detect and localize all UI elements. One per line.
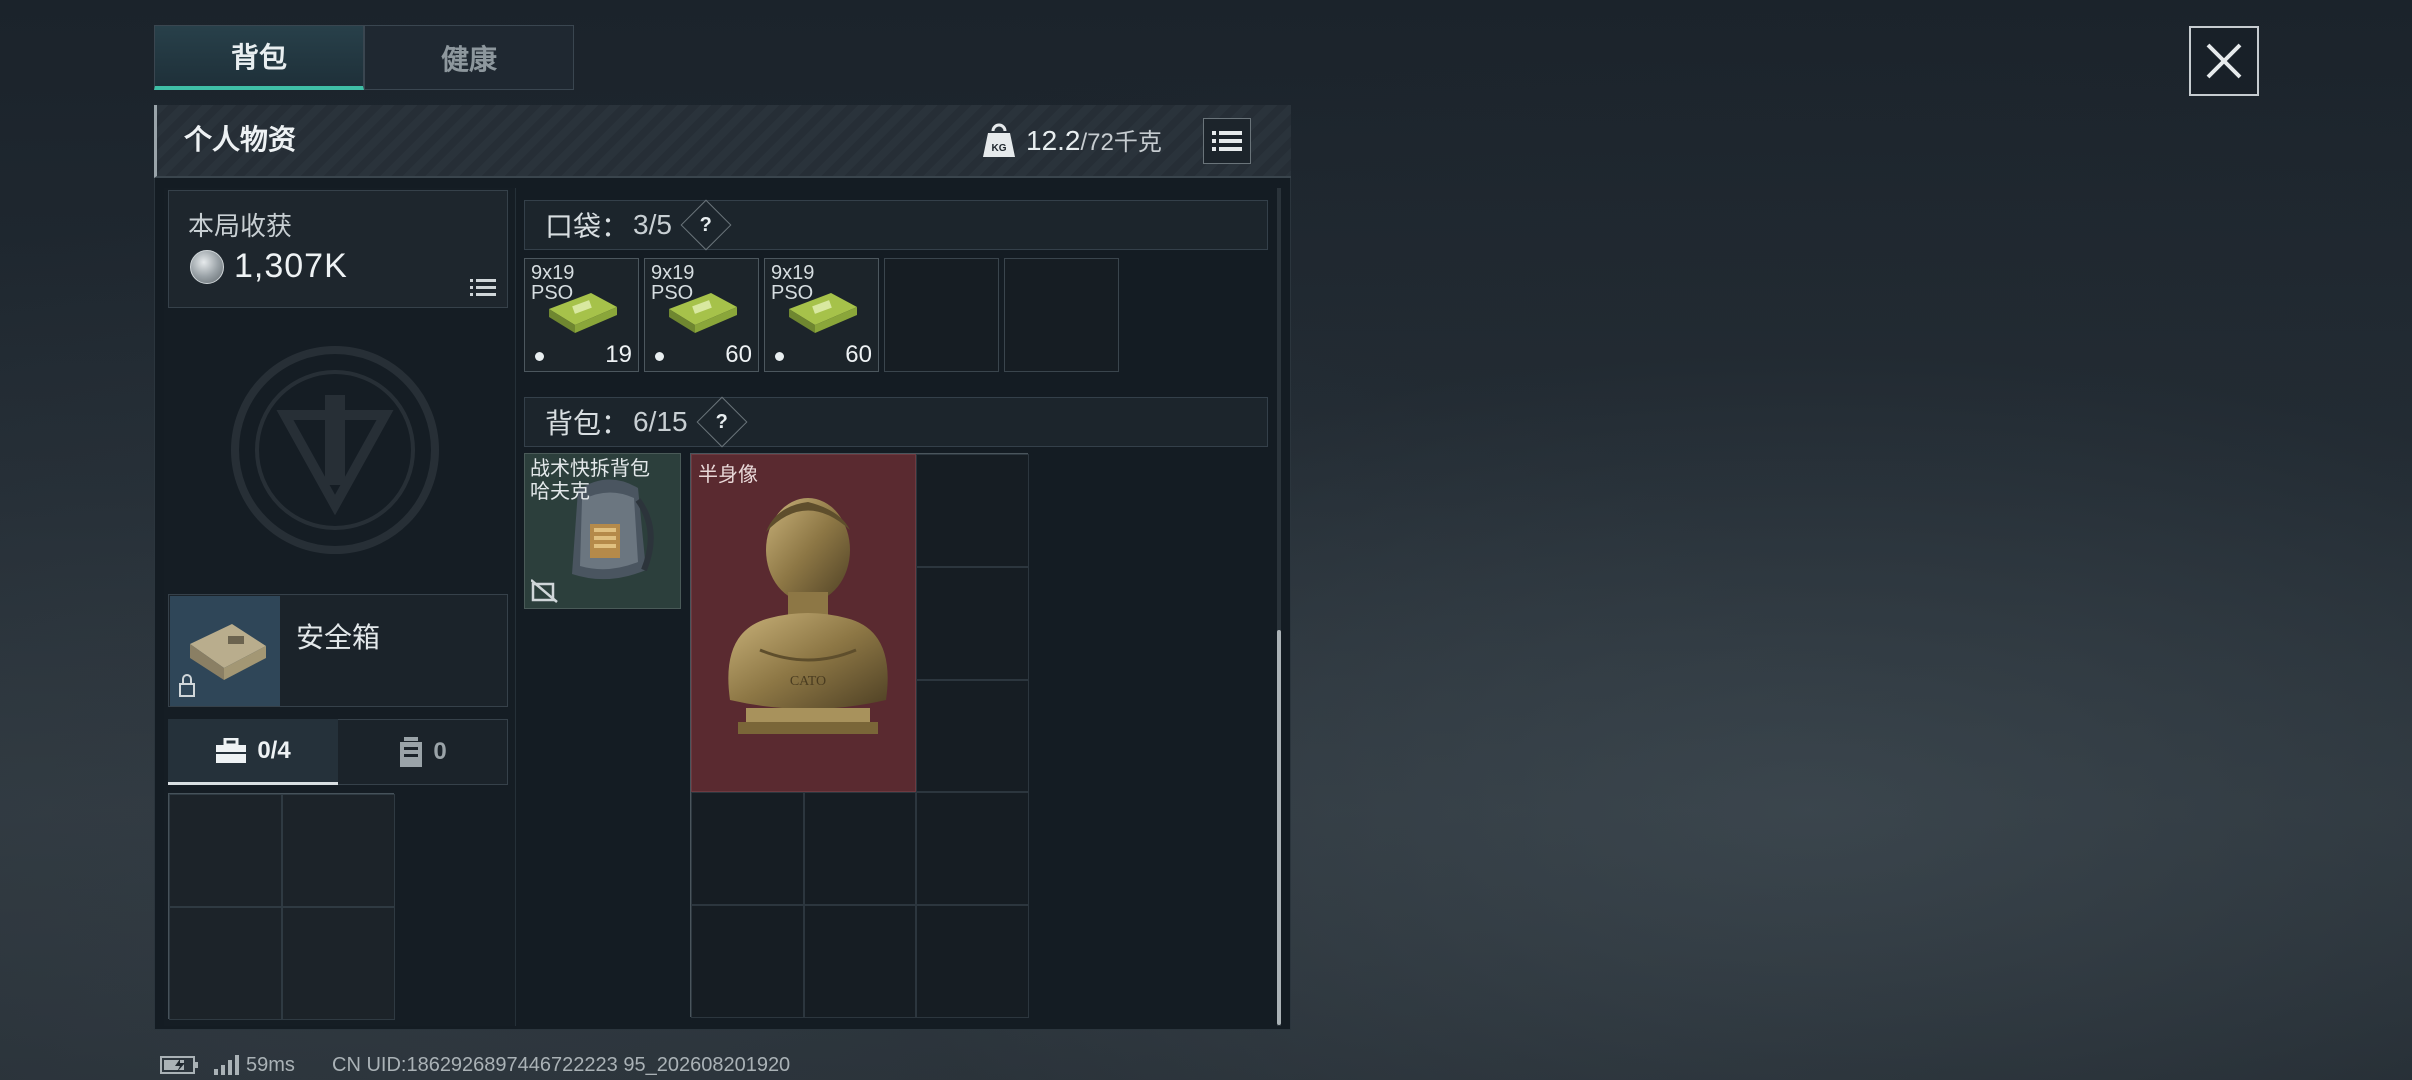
pocket-help-button[interactable]: ? — [680, 199, 732, 251]
close-button[interactable] — [2189, 26, 2259, 96]
ammo-count: 60 — [845, 341, 872, 368]
pocket-item-slot[interactable]: 9x19 PSO 19 — [524, 258, 639, 372]
faction-emblem-icon — [231, 346, 439, 554]
pocket-empty-slot[interactable] — [1004, 258, 1119, 372]
signal-icon — [214, 1055, 239, 1075]
grid-cell[interactable] — [803, 792, 917, 906]
grid-cell[interactable] — [803, 905, 917, 1018]
briefcase-slot-count: 0/4 — [257, 736, 291, 764]
canister-icon — [400, 737, 423, 767]
svg-text:KG: KG — [992, 143, 1007, 154]
ammo-name: 9x19 PSO — [651, 262, 695, 304]
pocket-section-header: 口袋： 3/5 ? — [524, 199, 1268, 251]
ammo-count: 19 — [605, 341, 632, 368]
safe-box-icon — [179, 624, 266, 697]
grid-cell[interactable] — [169, 794, 282, 907]
list-view-button[interactable] — [1203, 118, 1251, 164]
backpack-item-name: 战术快拆背包 哈夫克 — [530, 458, 650, 503]
close-icon — [2206, 43, 2242, 79]
pocket-label: 口袋： — [545, 211, 630, 242]
grid-cell[interactable] — [916, 792, 1029, 906]
ammo-name: 9x19 PSO — [771, 262, 815, 304]
list-icon — [1212, 131, 1242, 151]
tab-backpack[interactable]: 背包 — [154, 25, 364, 90]
scrollbar-thumb[interactable] — [1277, 630, 1281, 1025]
safe-box-label: 安全箱 — [296, 622, 381, 653]
pocket-item-slot[interactable]: 9x19 PSO 60 — [764, 258, 879, 372]
earnings-list-icon[interactable] — [470, 278, 496, 298]
safe-box-grid — [168, 793, 395, 1020]
backpack-section-header: 背包： 6/15 ? — [524, 396, 1268, 448]
weight-max: /72千克 — [1080, 129, 1162, 156]
safe-box-thumbnail — [170, 596, 280, 706]
tab-canister-slots[interactable]: 0 — [338, 719, 508, 785]
no-drop-icon — [531, 579, 558, 603]
grid-cell[interactable] — [691, 792, 804, 906]
tab-health[interactable]: 健康 — [364, 25, 574, 90]
ping-readout: 59ms — [246, 1054, 295, 1076]
ammo-name: 9x19 PSO — [531, 262, 575, 304]
ammo-dot-icon — [655, 352, 664, 361]
grid-cell[interactable] — [282, 794, 395, 907]
grid-cell[interactable] — [916, 566, 1029, 680]
coin-icon — [190, 250, 224, 284]
grid-cell[interactable] — [169, 907, 282, 1020]
svg-text:CATO: CATO — [790, 674, 826, 689]
grid-cell[interactable] — [691, 905, 804, 1018]
backpack-help-button[interactable]: ? — [696, 396, 747, 448]
pocket-count: 3/5 — [633, 209, 672, 240]
backpack-label: 背包： — [545, 408, 630, 439]
pocket-item-slot[interactable]: 9x19 PSO 60 — [644, 258, 759, 372]
earnings-title: 本局收获 — [188, 211, 293, 241]
ammo-dot-icon — [535, 352, 544, 361]
ammo-count: 60 — [725, 341, 752, 368]
kg-weight-icon: KG — [983, 123, 1015, 157]
canister-slot-count: 0 — [433, 738, 447, 765]
grid-cell[interactable] — [282, 907, 395, 1020]
page-title: 个人物资 — [184, 124, 297, 155]
backpack-count: 6/15 — [633, 406, 688, 437]
grid-cell[interactable] — [916, 905, 1029, 1018]
help-icon: ? — [699, 213, 713, 236]
uid-readout: CN UID:1862926897446722223 95_2026082019… — [332, 1054, 791, 1076]
weight-readout: 12.2/72千克 — [1026, 121, 1162, 161]
earnings-value: 1,307K — [234, 247, 348, 285]
help-icon: ? — [715, 410, 728, 433]
pocket-empty-slot[interactable] — [884, 258, 999, 372]
weight-current: 12.2 — [1026, 125, 1081, 156]
tab-briefcase-slots[interactable]: 0/4 — [168, 719, 338, 785]
ammo-dot-icon — [775, 352, 784, 361]
briefcase-icon — [216, 737, 247, 763]
bust-item-name: 半身像 — [698, 464, 758, 486]
grid-cell[interactable] — [916, 454, 1029, 567]
bust-statue-icon: CATO — [728, 498, 888, 734]
battery-icon — [160, 1056, 198, 1074]
grid-cell[interactable] — [916, 679, 1029, 793]
